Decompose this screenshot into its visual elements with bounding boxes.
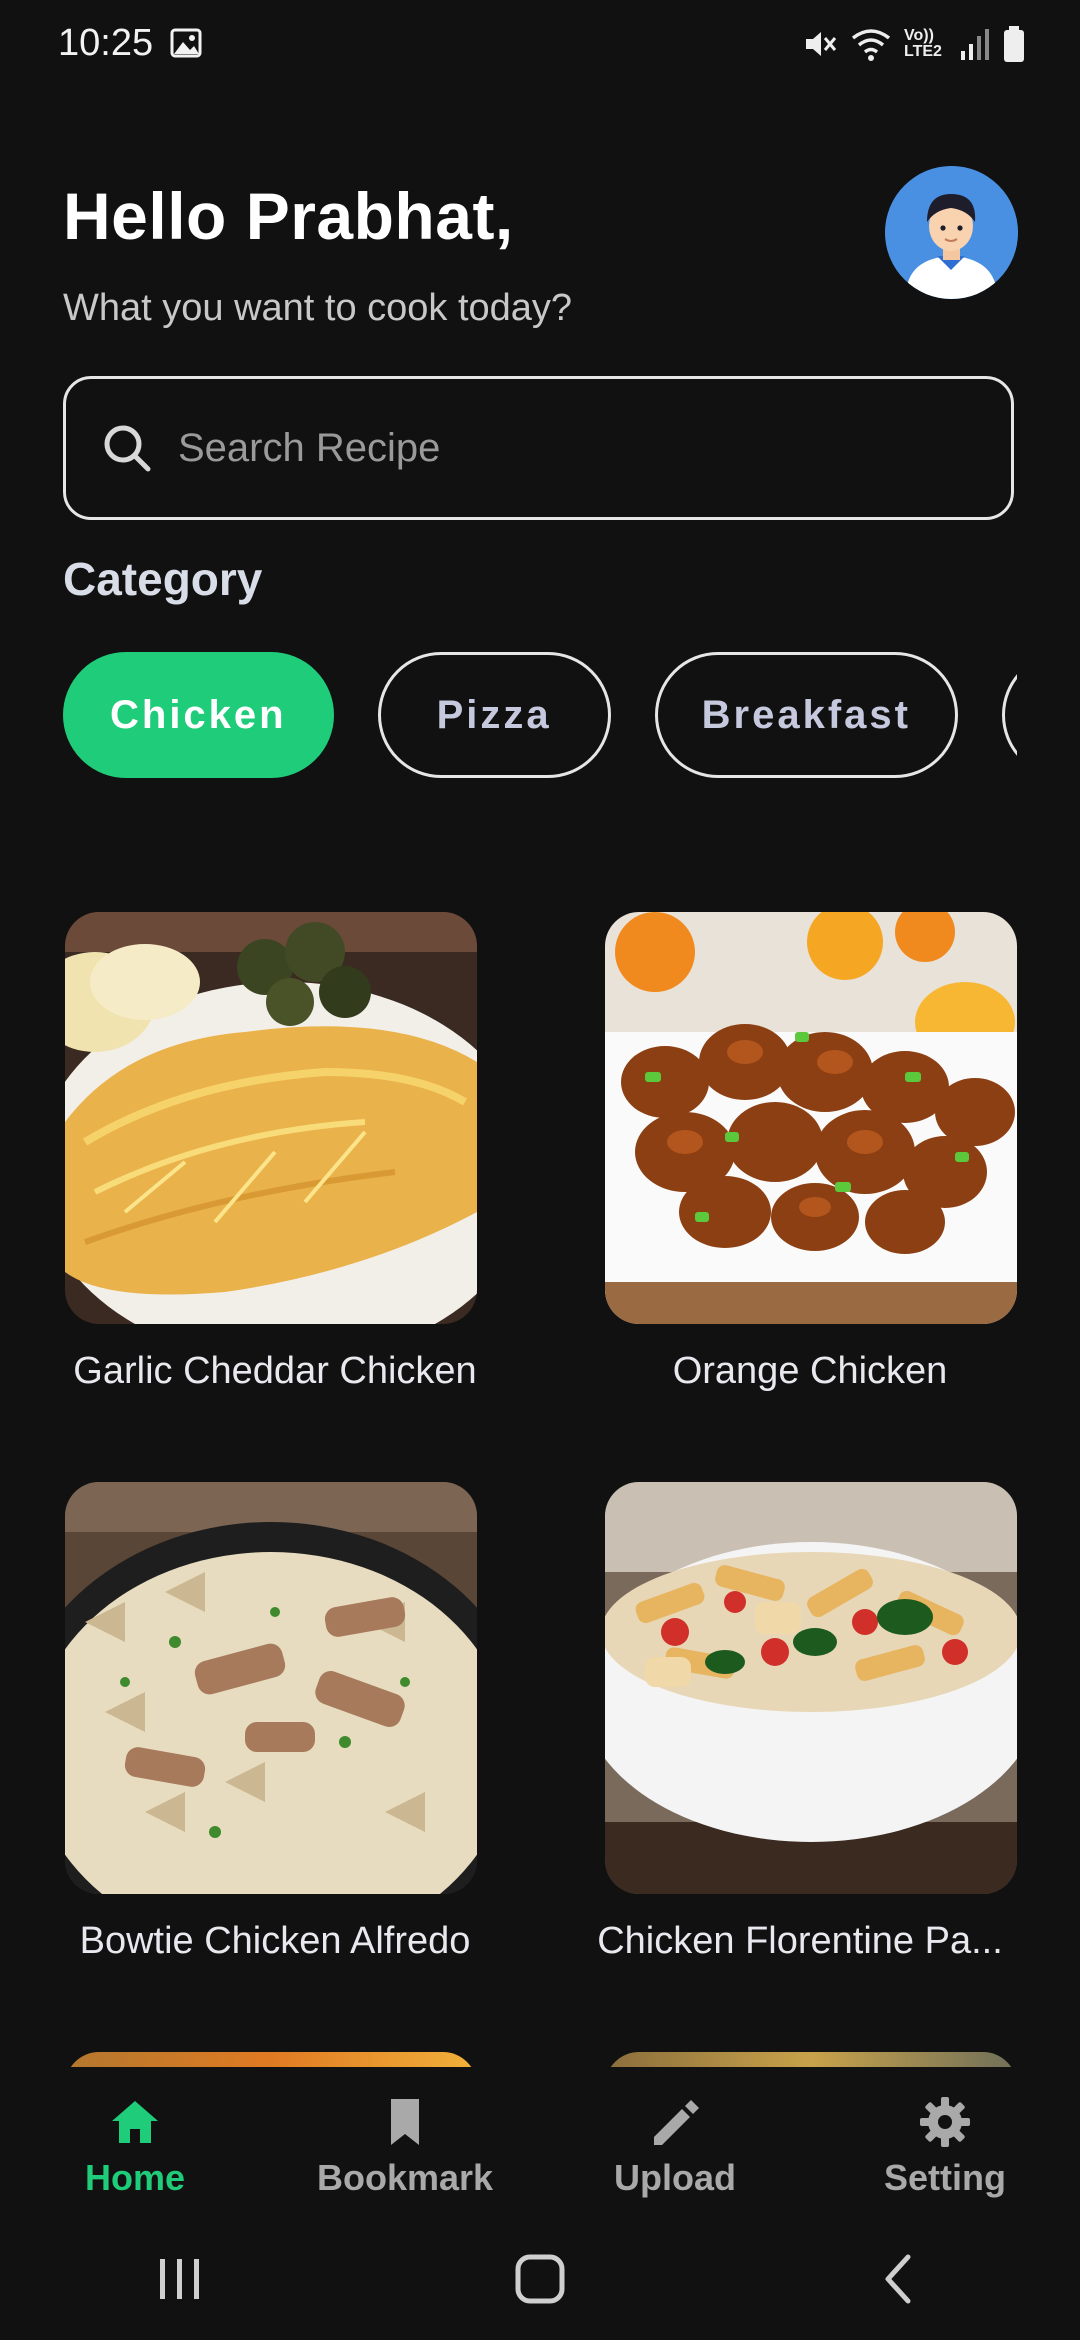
recipe-card-bowtie-chicken-alfredo[interactable]: Bowtie Chicken Alfredo — [65, 1482, 480, 1963]
search-box[interactable] — [63, 376, 1014, 520]
recipe-card-orange-chicken[interactable]: Orange Chicken — [605, 912, 1020, 1393]
status-bar: 10:25 Vo)) LTE2 — [0, 0, 1080, 88]
recent-apps-icon[interactable] — [150, 2251, 210, 2307]
bottom-nav: Home Bookmark Upload Setting — [0, 2067, 1080, 2217]
nav-item-upload[interactable]: Upload — [540, 2067, 810, 2217]
home-icon — [112, 2101, 158, 2143]
user-avatar-icon — [885, 166, 1018, 299]
recipe-card-garlic-cheddar-chicken[interactable]: Garlic Cheddar Chicken — [65, 912, 480, 1393]
recipe-title: Chicken Florentine Pa... — [597, 1920, 1003, 1962]
nav-label-home: Home — [84, 2157, 186, 2198]
nav-label-upload: Upload — [614, 2157, 736, 2198]
recipe-grid: Garlic Cheddar Chicken Orange Chicken Bo… — [0, 912, 1080, 2067]
category-chip-row[interactable]: Chicken Pizza Breakfast — [63, 652, 1017, 778]
recipe-title: Bowtie Chicken Alfredo — [79, 1920, 471, 1962]
bookmark-icon — [391, 2099, 419, 2145]
system-nav-bar — [0, 2217, 1080, 2340]
recipe-image-orange-chicken[interactable] — [605, 912, 1017, 1324]
recipe-card-partial[interactable] — [65, 2052, 477, 2067]
recipe-card-partial[interactable] — [605, 2052, 1017, 2067]
greeting-subtitle: What you want to cook today? — [63, 287, 573, 329]
category-chip-chicken[interactable]: Chicken — [63, 652, 334, 778]
status-time: 10:25 — [58, 22, 154, 64]
recipe-image-bowtie-chicken-alfredo[interactable] — [65, 1482, 477, 1894]
nav-item-bookmark[interactable]: Bookmark — [270, 2067, 540, 2217]
recipe-title: Orange Chicken — [672, 1350, 948, 1392]
category-chip-breakfast[interactable]: Breakfast — [654, 652, 958, 778]
recipe-image-chicken-florentine-pasta[interactable] — [605, 1482, 1017, 1894]
recipe-image-garlic-cheddar-chicken[interactable] — [65, 912, 477, 1324]
battery-icon — [1004, 26, 1024, 62]
category-title: Category — [63, 553, 263, 605]
recipe-card-chicken-florentine-pasta[interactable]: Chicken Florentine Pa... — [597, 1482, 1020, 1963]
nav-item-setting[interactable]: Setting — [810, 2067, 1080, 2217]
network-label: Vo)) LTE2 — [904, 27, 942, 60]
search-icon — [104, 425, 151, 472]
nav-label-setting: Setting — [884, 2157, 1006, 2198]
home-button-icon[interactable] — [510, 2251, 570, 2307]
wifi-icon — [851, 29, 891, 61]
status-icons: Vo)) LTE2 — [802, 22, 1026, 66]
category-chip-partial[interactable] — [1001, 652, 1017, 778]
pencil-icon — [654, 2100, 699, 2145]
search-input[interactable] — [176, 424, 940, 472]
avatar[interactable] — [885, 166, 1018, 299]
nav-item-home[interactable]: Home — [0, 2067, 270, 2217]
gear-icon — [920, 2097, 970, 2147]
gallery-icon — [170, 28, 202, 58]
nav-label-bookmark: Bookmark — [316, 2157, 494, 2198]
mute-icon — [806, 32, 837, 56]
signal-icon — [961, 29, 989, 60]
greeting-title: Hello Prabhat, — [63, 179, 514, 253]
category-chip-pizza[interactable]: Pizza — [377, 652, 611, 778]
back-icon[interactable] — [870, 2251, 930, 2307]
recipe-title: Garlic Cheddar Chicken — [73, 1350, 477, 1392]
